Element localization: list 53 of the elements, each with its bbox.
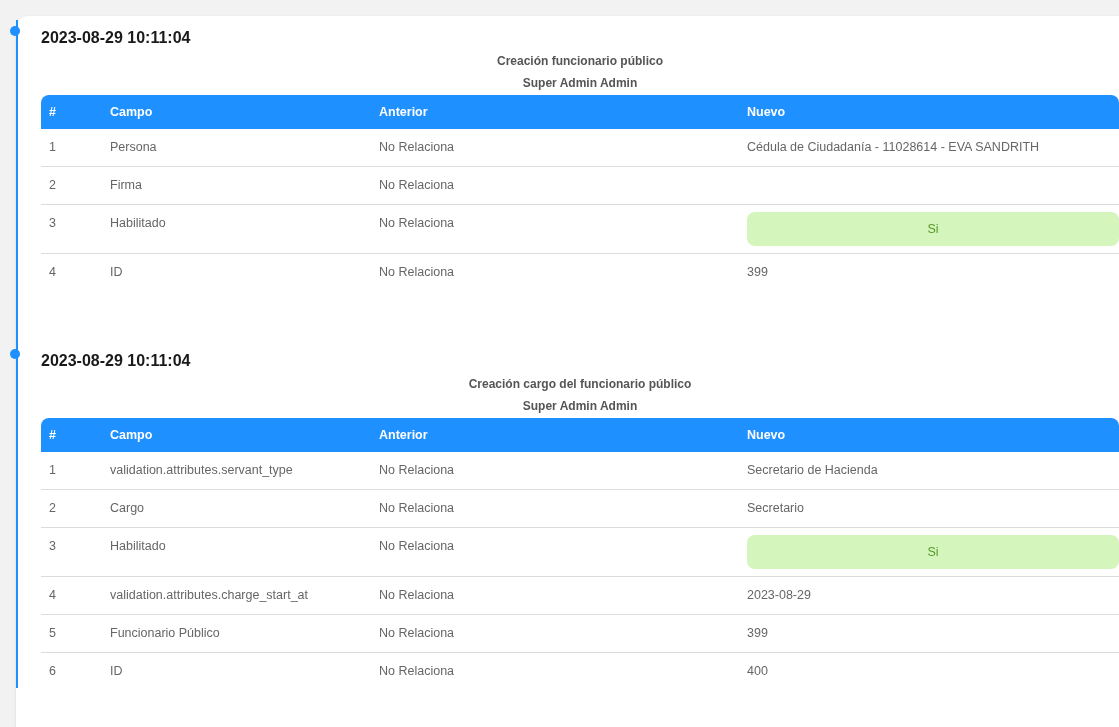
table-cell: 2 [49, 177, 56, 192]
table-cell: No Relaciona [379, 463, 455, 477]
table-cell: Funcionario Público [110, 626, 220, 640]
table-cell: Secretario [747, 500, 804, 515]
table-cell: 1 [49, 463, 56, 477]
table-cell: Cédula de Ciudadanía - 11028614 - EVA SANDRITH [747, 140, 1040, 154]
table-cell: No Relaciona [379, 215, 455, 230]
table-cell: ID [110, 265, 123, 280]
table-cell: 399 [747, 626, 768, 640]
entry-action: Creación cargo del funcionario público [468, 376, 692, 393]
table-cell: 5 [49, 626, 56, 640]
entry-user: Super Admin Admin [522, 398, 638, 415]
table-cell: ID [110, 663, 123, 678]
table-cell: Cargo [110, 500, 145, 515]
entry-user: Super Admin Admin [522, 75, 638, 92]
entry-action: Creación funcionario público [497, 53, 663, 70]
column-header: # [49, 427, 56, 442]
column-header: Nuevo [747, 104, 786, 119]
column-header: Campo [110, 104, 153, 119]
column-header: Anterior [379, 427, 428, 442]
column-header: # [49, 104, 56, 119]
table-cell: 400 [747, 663, 768, 678]
table-cell: No Relaciona [379, 177, 455, 192]
table-cell: 3 [49, 538, 56, 553]
table-cell: No Relaciona [379, 538, 455, 553]
table-cell: 399 [747, 265, 768, 280]
table-cell: Habilitado [110, 215, 166, 230]
table-cell: 6 [49, 663, 56, 678]
column-header: Nuevo [747, 427, 786, 442]
table-cell: 2023-08-29 [747, 588, 811, 603]
table-cell: 4 [49, 265, 56, 280]
entry-date: 2023-08-29 10:11:04 [41, 28, 191, 48]
table-cell: 4 [49, 588, 56, 603]
table-cell: 1 [49, 140, 56, 154]
table-cell: validation.attributes.charge_start_at [110, 588, 309, 603]
table-cell: validation.attributes.servant_type [110, 463, 293, 477]
table-cell: No Relaciona [379, 626, 455, 640]
table-cell: Firma [110, 177, 142, 192]
status-badge: Si [747, 211, 1119, 247]
table-cell: Persona [110, 140, 157, 154]
table-cell: No Relaciona [379, 265, 455, 280]
table-cell: No Relaciona [379, 500, 455, 515]
table-cell: No Relaciona [379, 663, 455, 678]
table-cell: No Relaciona [379, 140, 455, 154]
column-header: Anterior [379, 104, 428, 119]
table-cell: 3 [49, 215, 56, 230]
column-header: Campo [110, 427, 153, 442]
table-cell: No Relaciona [379, 588, 455, 603]
status-badge: Si [747, 534, 1119, 570]
entry-date: 2023-08-29 10:11:04 [41, 351, 191, 371]
table-cell: Habilitado [110, 538, 166, 553]
table-cell: Secretario de Hacienda [747, 463, 878, 477]
table-cell: 2 [49, 500, 56, 515]
